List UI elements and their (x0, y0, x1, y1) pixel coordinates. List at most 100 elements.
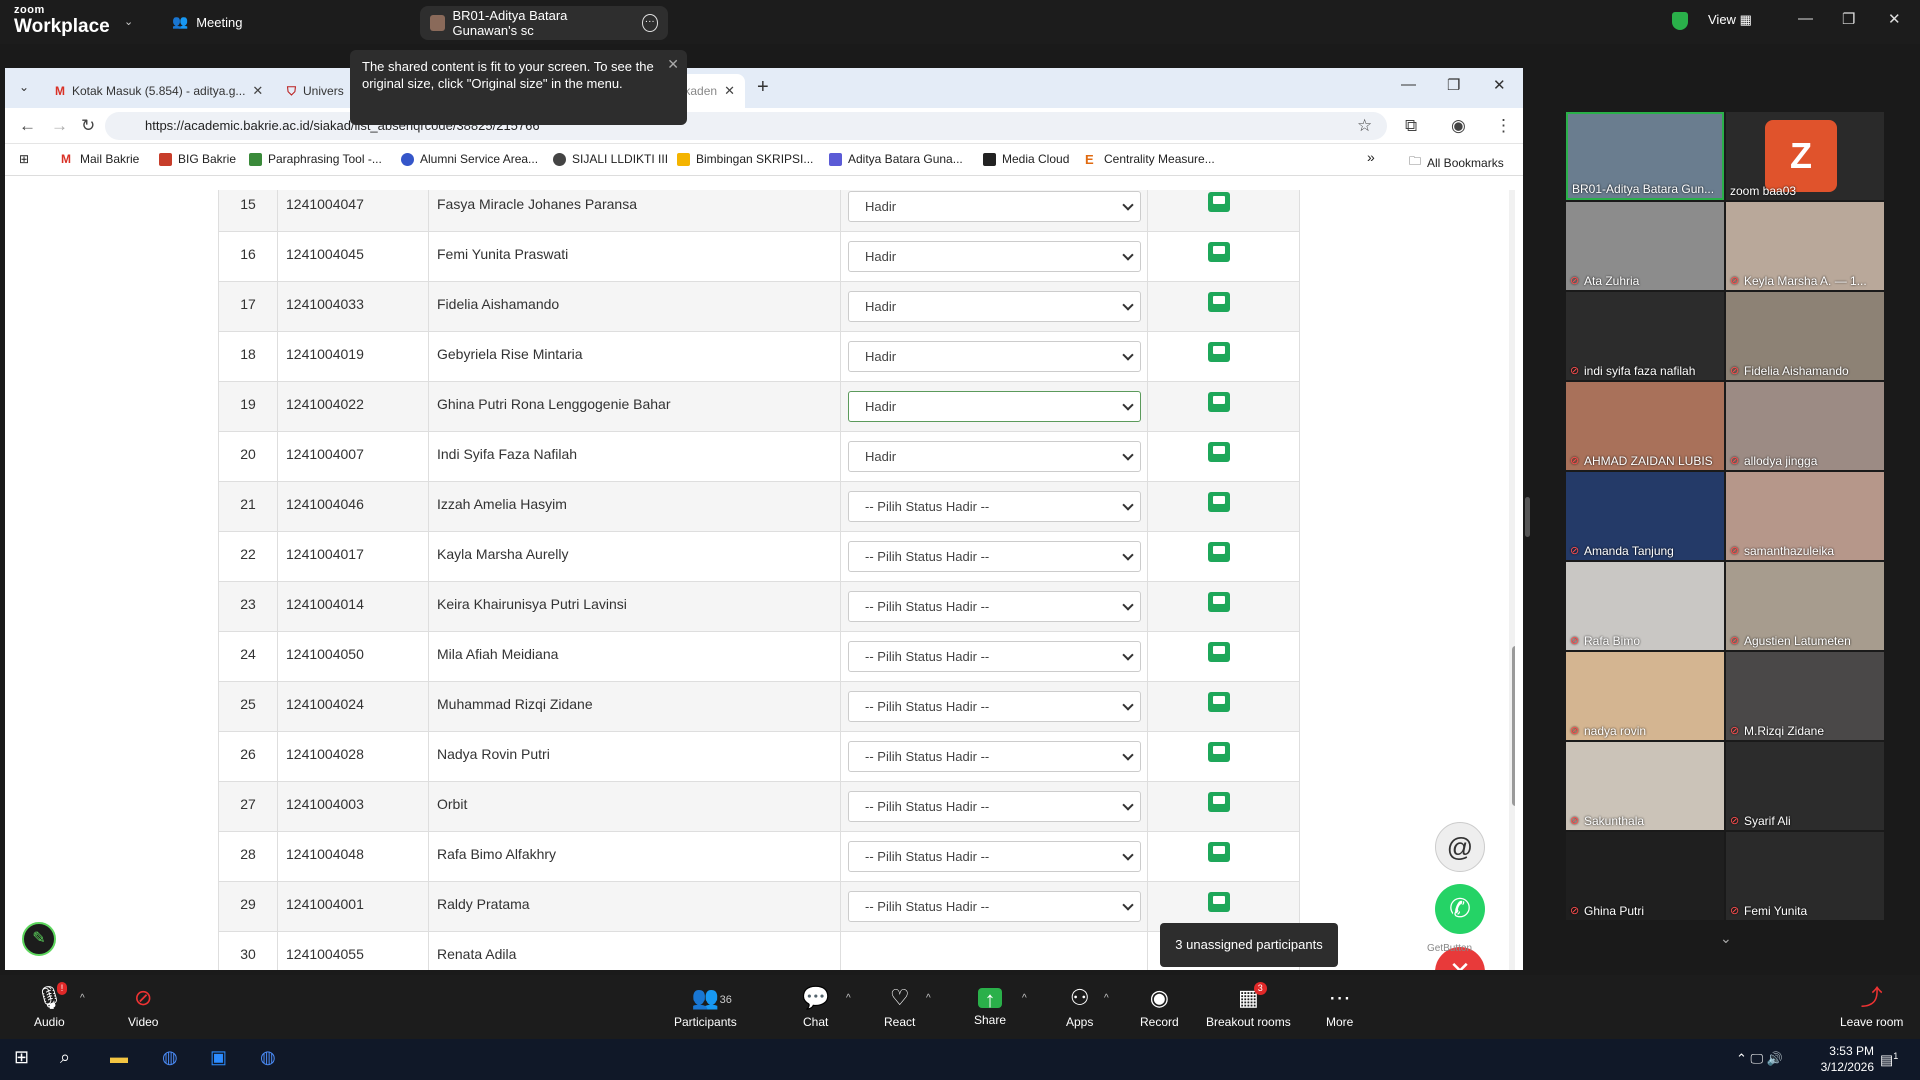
apps-button[interactable]: ⚇ Apps (1066, 975, 1093, 1039)
status-select[interactable]: -- Pilih Status Hadir -- (848, 591, 1141, 622)
shield-icon[interactable] (1672, 12, 1688, 30)
participant-tile[interactable]: BR01-Aditya Batara Gun... (1566, 112, 1724, 200)
status-select[interactable]: Hadir (848, 441, 1141, 472)
scrollbar-thumb[interactable] (1512, 646, 1515, 806)
participant-tile[interactable]: ⊘ Ghina Putri (1566, 832, 1724, 920)
save-icon[interactable] (1208, 192, 1230, 212)
participant-tile[interactable]: ⊘ Rafa Bimo (1566, 562, 1724, 650)
participant-tile[interactable]: ⊘ Fidelia Aishamando (1726, 292, 1884, 380)
chat-button[interactable]: 💬 Chat (802, 975, 829, 1039)
record-button[interactable]: ◉ Record (1140, 975, 1179, 1039)
bookmark-item[interactable]: Aditya Batara Guna... (829, 152, 963, 166)
participant-tile[interactable]: ⊘ AHMAD ZAIDAN LUBIS (1566, 382, 1724, 470)
menu-icon[interactable]: ⋮ (1495, 116, 1512, 136)
bookmark-item[interactable]: SIJALI LLDIKTI III (553, 152, 668, 166)
status-select[interactable]: -- Pilih Status Hadir -- (848, 541, 1141, 572)
save-icon[interactable] (1208, 792, 1230, 812)
more-bookmarks-icon[interactable]: » (1367, 149, 1375, 165)
new-tab-icon[interactable]: + (757, 76, 769, 99)
zoom-icon[interactable]: ▣ (210, 1047, 227, 1068)
profile-icon[interactable]: ◉ (1451, 116, 1466, 136)
save-icon[interactable] (1208, 892, 1230, 912)
chevron-down-icon[interactable]: ⌄ (1720, 930, 1732, 947)
whatsapp-button[interactable]: ✆ (1435, 884, 1485, 934)
participant-tile[interactable]: ⊘ Sakunthala (1566, 742, 1724, 830)
save-icon[interactable] (1208, 842, 1230, 862)
scrollbar[interactable] (1509, 190, 1515, 970)
participant-tile[interactable]: ⊘ nadya rovin (1566, 652, 1724, 740)
status-select[interactable]: -- Pilih Status Hadir -- (848, 841, 1141, 872)
save-icon[interactable] (1208, 242, 1230, 262)
status-select[interactable]: -- Pilih Status Hadir -- (848, 891, 1141, 922)
caret-up-icon[interactable]: ^ (846, 993, 851, 1004)
bookmark-item[interactable]: Paraphrasing Tool -... (249, 152, 382, 166)
minimize-icon[interactable]: — (1401, 76, 1416, 93)
status-select[interactable]: -- Pilih Status Hadir -- (848, 641, 1141, 672)
status-select[interactable]: Hadir (848, 391, 1141, 422)
participant-tile[interactable]: ⊘ samanthazuleika (1726, 472, 1884, 560)
getbutton-label[interactable]: GetButton (1427, 943, 1472, 954)
search-icon[interactable]: ⌕ (60, 1047, 70, 1068)
tab-list-icon[interactable]: ⌄ (19, 80, 29, 94)
leave-room-button[interactable]: ⤴ Leave room (1840, 975, 1903, 1039)
save-icon[interactable] (1208, 442, 1230, 462)
close-icon[interactable]: ✕ (667, 56, 679, 73)
notification-icon[interactable]: ▤1 (1880, 1051, 1898, 1069)
save-icon[interactable] (1208, 292, 1230, 312)
audio-button[interactable]: 🎙! Audio (34, 975, 68, 1039)
clock[interactable]: 3:53 PM 3/12/2026 (1821, 1043, 1874, 1075)
apps-icon[interactable]: ⊞ (19, 152, 29, 166)
meeting-menu[interactable]: 👥 Meeting (172, 14, 242, 30)
more-button[interactable]: ⋯ More (1326, 975, 1353, 1039)
video-button[interactable]: ⊘ Video (128, 975, 158, 1039)
breakout-rooms-button[interactable]: ▦ 3 Breakout rooms (1206, 975, 1291, 1039)
participant-tile[interactable]: ⊘ Ata Zuhria (1566, 202, 1724, 290)
annotate-pencil-icon[interactable]: ✎ (22, 922, 56, 956)
tab-university[interactable]: ⛉ Univers (277, 74, 357, 108)
tab-gmail[interactable]: M Kotak Masuk (5.854) - aditya.g... ✕ (45, 74, 275, 108)
restore-icon[interactable]: ❐ (1447, 76, 1460, 94)
bookmark-item[interactable]: Alumni Service Area... (401, 152, 538, 166)
caret-up-icon[interactable]: ^ (1104, 993, 1109, 1004)
status-select[interactable]: Hadir (848, 291, 1141, 322)
participant-tile[interactable]: ⊘ allodya jingga (1726, 382, 1884, 470)
url-field[interactable]: https://academic.bakrie.ac.id/siakad/lis… (105, 112, 1387, 140)
save-icon[interactable] (1208, 592, 1230, 612)
participants-button[interactable]: 👥 36 Participants (674, 975, 737, 1039)
status-select[interactable]: -- Pilih Status Hadir -- (848, 791, 1141, 822)
more-options-icon[interactable]: ··· (641, 14, 658, 32)
bookmark-item[interactable]: Bimbingan SKRIPSI... (677, 152, 813, 166)
participant-tile[interactable]: ⊘ Femi Yunita (1726, 832, 1884, 920)
status-select[interactable]: Hadir (848, 341, 1141, 372)
minimize-icon[interactable]: — (1798, 10, 1813, 27)
close-tab-icon[interactable]: ✕ (724, 83, 735, 99)
caret-up-icon[interactable]: ^ (80, 993, 85, 1004)
share-button[interactable]: ↑ Share (974, 975, 1006, 1039)
status-select[interactable]: -- Pilih Status Hadir -- (848, 491, 1141, 522)
save-icon[interactable] (1208, 342, 1230, 362)
participant-tile[interactable]: Zzoom baa03 (1726, 112, 1884, 200)
status-select[interactable]: -- Pilih Status Hadir -- (848, 691, 1141, 722)
react-button[interactable]: ♡ React (884, 975, 915, 1039)
participant-tile[interactable]: ⊘ Syarif Ali (1726, 742, 1884, 830)
participant-tile[interactable]: ⊘ Agustien Latumeten (1726, 562, 1884, 650)
save-icon[interactable] (1208, 692, 1230, 712)
participant-tile[interactable]: ⊘ Keyla Marsha A. — 1... (1726, 202, 1884, 290)
status-select[interactable]: Hadir (848, 241, 1141, 272)
windows-start-icon[interactable]: ⊞ (14, 1047, 29, 1068)
resize-handle[interactable] (1525, 497, 1530, 537)
save-icon[interactable] (1208, 642, 1230, 662)
chevron-down-icon[interactable]: ⌄ (124, 15, 133, 28)
forward-icon[interactable]: → (51, 116, 68, 136)
save-icon[interactable] (1208, 392, 1230, 412)
bookmark-item[interactable]: BIG Bakrie (159, 152, 236, 166)
status-select[interactable]: Hadir (848, 191, 1141, 222)
email-button[interactable]: @ (1435, 822, 1485, 872)
participant-tile[interactable]: ⊘ indi syifa faza nafilah (1566, 292, 1724, 380)
close-tab-icon[interactable]: ✕ (252, 83, 263, 99)
bookmark-item[interactable]: M Mail Bakrie (61, 152, 139, 166)
restore-icon[interactable]: ❐ (1842, 10, 1855, 28)
status-select[interactable]: -- Pilih Status Hadir -- (848, 741, 1141, 772)
save-icon[interactable] (1208, 492, 1230, 512)
view-button[interactable]: View ▦ (1708, 12, 1752, 28)
